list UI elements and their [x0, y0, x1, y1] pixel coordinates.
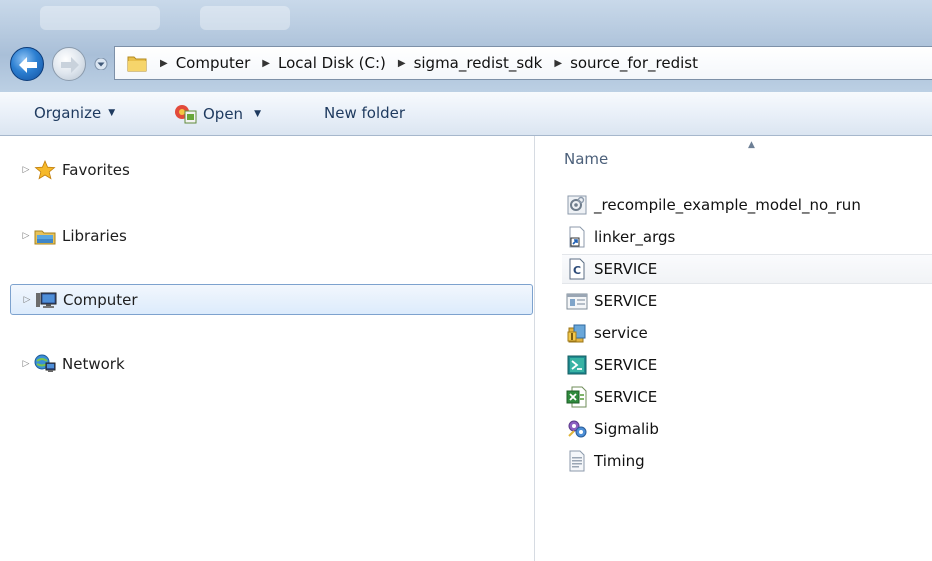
folder-icon — [127, 56, 147, 72]
nav-item-label: Computer — [63, 290, 138, 309]
open-with-icon — [175, 105, 197, 124]
expand-triangle-icon[interactable]: ▷ — [18, 231, 34, 241]
organize-label: Organize — [34, 104, 102, 122]
breadcrumb-local-disk[interactable]: ▶ Local Disk (C:) — [250, 54, 386, 72]
svg-text:C: C — [573, 264, 581, 277]
archive-file-icon — [567, 324, 586, 343]
forward-button[interactable] — [52, 47, 86, 81]
c-source-file-icon: C — [569, 258, 585, 280]
library-file-icon — [568, 420, 587, 438]
file-list: ▲ Name _recompile_example_model_no_run l… — [536, 136, 932, 561]
nav-item-network[interactable]: ▷ Network — [10, 348, 533, 379]
expand-triangle-icon[interactable]: ▷ — [19, 295, 35, 305]
new-folder-label: New folder — [324, 104, 406, 122]
nav-item-label: Network — [62, 354, 125, 373]
star-icon — [34, 159, 56, 179]
breadcrumb-label: source_for_redist — [570, 54, 698, 72]
chevron-right-icon: ▶ — [397, 57, 406, 69]
titlebar-blur — [40, 6, 160, 30]
open-button[interactable]: Open ▼ — [174, 104, 261, 124]
spreadsheet-file-icon — [566, 386, 587, 408]
batch-file-icon — [567, 195, 587, 215]
back-button[interactable] — [10, 47, 44, 81]
window-titlebar: ▶ Computer ▶ Local Disk (C:) ▶ sigma_red… — [0, 0, 932, 92]
sort-ascending-icon: ▲ — [748, 140, 755, 150]
network-icon — [34, 354, 56, 372]
file-item[interactable]: C SERVICE — [562, 254, 932, 284]
column-header-name[interactable]: Name — [564, 150, 608, 168]
executable-file-icon — [567, 355, 587, 375]
libraries-icon — [34, 230, 56, 244]
text-file-icon — [569, 450, 585, 472]
navigation-pane: ▷ Favorites ▷ Libraries ▷ Computer ▷ Net… — [0, 136, 535, 561]
file-item[interactable]: service — [562, 318, 932, 348]
expand-triangle-icon[interactable]: ▷ — [18, 359, 34, 369]
nav-item-label: Favorites — [62, 160, 130, 179]
breadcrumb-label: sigma_redist_sdk — [413, 54, 543, 72]
file-name: SERVICE — [594, 260, 658, 278]
new-folder-button[interactable]: New folder — [324, 104, 405, 122]
nav-item-favorites[interactable]: ▷ Favorites — [10, 154, 533, 185]
breadcrumb-sigma-redist-sdk[interactable]: ▶ sigma_redist_sdk — [386, 54, 543, 72]
address-bar[interactable]: ▶ Computer ▶ Local Disk (C:) ▶ sigma_red… — [114, 46, 932, 80]
breadcrumb-source-for-redist[interactable]: ▶ source_for_redist — [542, 54, 698, 72]
chevron-right-icon: ▶ — [262, 57, 270, 69]
window-file-icon — [566, 293, 588, 310]
file-name: Timing — [594, 452, 645, 470]
file-name: _recompile_example_model_no_run — [594, 196, 861, 214]
command-bar: Organize ▼ Open ▼ New folder — [0, 92, 932, 136]
open-label: Open — [203, 105, 244, 123]
organize-button[interactable]: Organize ▼ — [34, 104, 115, 122]
file-name: service — [594, 324, 648, 342]
nav-item-computer[interactable]: ▷ Computer — [10, 284, 533, 315]
back-arrow-icon — [19, 57, 37, 73]
file-name: SERVICE — [594, 388, 658, 406]
file-item[interactable]: SERVICE — [562, 286, 932, 316]
recent-pages-dropdown-icon[interactable] — [94, 58, 108, 70]
shortcut-file-icon — [569, 226, 585, 248]
dropdown-arrow-icon: ▼ — [108, 108, 116, 118]
file-name: SERVICE — [594, 356, 658, 374]
file-item[interactable]: SERVICE — [562, 350, 932, 380]
chevron-right-icon: ▶ — [160, 57, 168, 69]
breadcrumb-label: Local Disk (C:) — [277, 54, 386, 72]
file-item[interactable]: _recompile_example_model_no_run — [562, 190, 932, 220]
file-item[interactable]: linker_args — [562, 222, 932, 252]
file-item[interactable]: Timing — [562, 446, 932, 476]
file-name: SERVICE — [594, 292, 658, 310]
chevron-right-icon: ▶ — [554, 57, 563, 69]
file-name: linker_args — [594, 228, 676, 246]
breadcrumb-label: Computer — [175, 54, 251, 72]
forward-arrow-icon — [61, 57, 79, 73]
breadcrumb-computer[interactable]: ▶ Computer — [154, 54, 250, 72]
nav-item-label: Libraries — [62, 226, 127, 245]
dropdown-arrow-icon: ▼ — [254, 109, 261, 119]
expand-triangle-icon[interactable]: ▷ — [18, 165, 34, 175]
file-item[interactable]: Sigmalib — [562, 414, 932, 444]
file-item[interactable]: SERVICE — [562, 382, 932, 412]
nav-item-libraries[interactable]: ▷ Libraries — [10, 220, 533, 251]
computer-icon — [36, 292, 57, 308]
file-name: Sigmalib — [594, 420, 659, 438]
titlebar-blur — [200, 6, 290, 30]
